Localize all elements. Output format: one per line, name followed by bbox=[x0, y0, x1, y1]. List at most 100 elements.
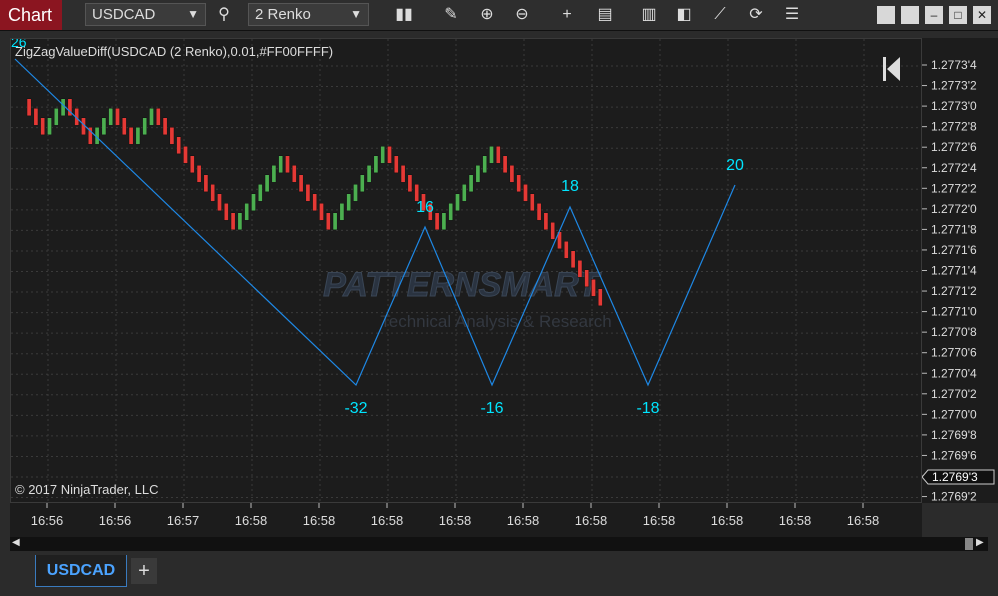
indicator-label: ZigZagValueDiff(USDCAD (2 Renko),0.01,#F… bbox=[15, 44, 333, 59]
price-tick-label: 1.2770'4 bbox=[931, 366, 977, 380]
time-tick-label: 16:58 bbox=[779, 513, 812, 528]
renko-brick-down bbox=[211, 184, 215, 201]
time-axis[interactable]: 16:5616:5616:5716:5816:5816:5816:5816:58… bbox=[10, 503, 922, 537]
renko-brick-up bbox=[455, 194, 459, 211]
pencil-icon[interactable]: ✎ bbox=[440, 4, 462, 26]
renko-brick-up bbox=[462, 184, 466, 201]
time-tick-label: 16:58 bbox=[847, 513, 880, 528]
renko-brick-down bbox=[285, 156, 289, 173]
renko-brick-down bbox=[517, 175, 521, 192]
interval-value: 2 Renko bbox=[255, 6, 311, 23]
renko-brick-down bbox=[306, 184, 310, 201]
renko-brick-down bbox=[177, 137, 181, 154]
renko-brick-up bbox=[272, 165, 276, 182]
time-tick-label: 16:58 bbox=[507, 513, 540, 528]
renko-brick-up bbox=[251, 194, 255, 211]
price-tick-label: 1.2771'4 bbox=[931, 264, 977, 278]
instrument-selector[interactable]: USDCAD ▼ bbox=[85, 3, 206, 26]
price-tick-label: 1.2771'2 bbox=[931, 284, 977, 298]
time-ticks: 16:5616:5616:5716:5816:5816:5816:5816:58… bbox=[31, 503, 880, 528]
time-tick-label: 16:56 bbox=[31, 513, 64, 528]
horizontal-scrollbar[interactable]: ◀ ▶ bbox=[10, 537, 988, 551]
zigzag-value-label: -32 bbox=[344, 400, 367, 417]
reload-icon[interactable]: ⟳ bbox=[745, 4, 767, 26]
price-tick-label: 1.2771'0 bbox=[931, 305, 977, 319]
zoom-in-icon[interactable]: ⊕ bbox=[476, 4, 498, 26]
renko-brick-down bbox=[190, 156, 194, 173]
time-tick-label: 16:57 bbox=[167, 513, 200, 528]
renko-brick-down bbox=[496, 146, 500, 163]
price-tick-label: 1.2770'2 bbox=[931, 387, 977, 401]
renko-brick-up bbox=[258, 184, 262, 201]
copyright: © 2017 NinjaTrader, LLC bbox=[15, 482, 159, 497]
renko-brick-up bbox=[374, 156, 378, 173]
renko-brick-down bbox=[394, 156, 398, 173]
scroll-thumb[interactable] bbox=[965, 538, 973, 550]
renko-brick-down bbox=[578, 260, 582, 277]
renko-brick-up bbox=[360, 175, 364, 192]
data-box-icon[interactable]: ▤ bbox=[594, 4, 616, 26]
price-tick-label: 1.2769'2 bbox=[931, 490, 977, 503]
window-pin-icon[interactable] bbox=[901, 6, 919, 24]
renko-brick-down bbox=[299, 175, 303, 192]
chart-title: Chart bbox=[0, 0, 62, 30]
maximize-icon[interactable]: □ bbox=[949, 6, 967, 24]
renko-brick-up bbox=[245, 203, 249, 220]
window-tile-icon[interactable] bbox=[877, 6, 895, 24]
renko-brick-down bbox=[129, 127, 133, 144]
price-tick-label: 1.2772'2 bbox=[931, 181, 977, 195]
interval-selector[interactable]: 2 Renko ▼ bbox=[248, 3, 369, 26]
renko-brick-up bbox=[483, 156, 487, 173]
renko-brick-down bbox=[34, 108, 38, 125]
renko-brick-up bbox=[347, 194, 351, 211]
crosshair-icon[interactable]: + bbox=[556, 4, 578, 26]
renko-brick-down bbox=[503, 156, 507, 173]
bars-icon[interactable]: ▮▮ bbox=[393, 4, 415, 26]
scroll-right-icon[interactable]: ▶ bbox=[976, 537, 984, 548]
renko-brick-up bbox=[381, 146, 385, 163]
price-tick-label: 1.2772'8 bbox=[931, 120, 977, 134]
renko-brick-up bbox=[449, 203, 453, 220]
magnify-icon[interactable]: ⚲ bbox=[213, 4, 235, 26]
nav-end-icon[interactable] bbox=[883, 57, 900, 81]
renko-brick-down bbox=[326, 213, 330, 230]
renko-brick-down bbox=[537, 203, 541, 220]
zoom-out-icon[interactable]: ⊖ bbox=[511, 4, 533, 26]
minimize-icon[interactable]: – bbox=[925, 6, 943, 24]
add-tab-button[interactable]: + bbox=[131, 558, 157, 584]
current-price: 1.2769'3 bbox=[932, 470, 978, 484]
close-icon[interactable]: ✕ bbox=[973, 6, 991, 24]
chart-plot-area[interactable]: PATTERNSMART Technical Analysis & Resear… bbox=[10, 38, 922, 503]
tab-usdcad[interactable]: USDCAD bbox=[35, 555, 127, 587]
renko-brick-down bbox=[571, 251, 575, 268]
watermark-subtitle: Technical Analysis & Research bbox=[380, 312, 612, 331]
price-axis-svg: 1.2773'41.2773'21.2773'01.2772'81.2772'6… bbox=[922, 38, 998, 503]
price-tick-label: 1.2771'8 bbox=[931, 222, 977, 236]
zigzag-value-label: 18 bbox=[561, 178, 579, 195]
renko-brick-down bbox=[115, 108, 119, 125]
renko-brick-down bbox=[156, 108, 160, 125]
renko-brick-up bbox=[47, 118, 51, 135]
time-tick-label: 16:58 bbox=[711, 513, 744, 528]
price-tick-label: 1.2773'0 bbox=[931, 99, 977, 113]
list-icon[interactable]: ☰ bbox=[781, 4, 803, 26]
renko-brick-down bbox=[217, 194, 221, 211]
corner-value: 26 bbox=[11, 39, 27, 50]
renko-brick-up bbox=[54, 108, 58, 125]
zigzag-value-label: -18 bbox=[636, 400, 659, 417]
price-axis[interactable]: 1.2773'41.2773'21.2773'01.2772'81.2772'6… bbox=[922, 38, 998, 503]
renko-brick-down bbox=[408, 175, 412, 192]
instrument-value: USDCAD bbox=[92, 6, 155, 23]
tab-bar: USDCAD + bbox=[0, 551, 998, 596]
renko-brick-up bbox=[136, 127, 140, 144]
price-tick-label: 1.2770'6 bbox=[931, 346, 977, 360]
properties-icon[interactable]: ▥ bbox=[638, 4, 660, 26]
renko-brick-down bbox=[170, 127, 174, 144]
price-tick-label: 1.2773'2 bbox=[931, 79, 977, 93]
strategy-icon[interactable]: ⟋ bbox=[709, 4, 731, 26]
templates-icon[interactable]: ◧ bbox=[673, 4, 695, 26]
scroll-left-icon[interactable]: ◀ bbox=[12, 537, 20, 548]
renko-brick-down bbox=[313, 194, 317, 211]
renko-brick-up bbox=[367, 165, 371, 182]
time-axis-svg: 16:5616:5616:5716:5816:5816:5816:5816:58… bbox=[10, 503, 922, 537]
